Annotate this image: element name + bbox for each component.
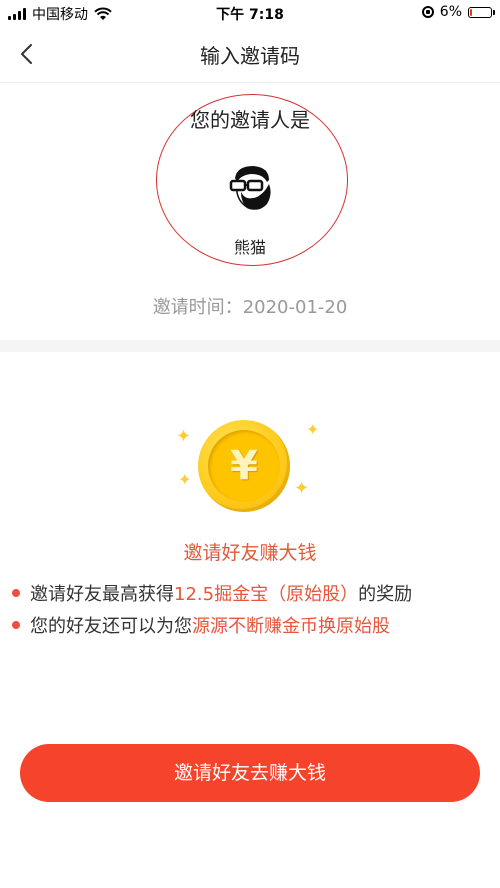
bullet-dot — [12, 621, 20, 629]
coin-illustration: ✦ ✦ ✦ ✦ ¥ — [170, 416, 330, 516]
benefit-highlight: 12.5掘金宝（原始股） — [174, 584, 359, 605]
status-bar: 中国移动 下午 7:18 6% — [0, 0, 500, 26]
page-title: 输入邀请码 — [200, 44, 300, 68]
benefit-text: 的奖励 — [358, 584, 413, 605]
invite-time-value: 2020-01-20 — [242, 297, 348, 318]
section-divider — [0, 340, 500, 352]
battery-icon — [468, 6, 495, 18]
sparkle-icon: ✦ — [294, 478, 310, 499]
bullet-dot — [12, 589, 20, 597]
benefit-list: 邀请好友最高获得 12.5掘金宝（原始股） 的奖励 您的好友还可以为您 源源不断赚金币… — [12, 578, 492, 642]
battery-percent: 6% — [439, 4, 462, 20]
nav-bar: 输入邀请码 — [0, 26, 500, 83]
status-right: 6% — [421, 4, 495, 20]
sparkle-icon: ✦ — [178, 470, 192, 489]
inviter-name: 熊猫 — [233, 238, 266, 257]
benefit-text: 邀请好友最高获得 — [30, 584, 174, 605]
invite-time: 邀请时间：2020-01-20 — [0, 293, 500, 319]
benefit-highlight: 源源不断赚金币换原始股 — [192, 616, 390, 637]
battery-level — [470, 8, 472, 16]
avatar[interactable] — [223, 162, 277, 214]
sparkle-icon: ✦ — [306, 420, 320, 439]
promo-title: 邀请好友赚大钱 — [183, 542, 317, 564]
yen-symbol: ¥ — [208, 430, 280, 502]
invite-time-label: 邀请时间： — [152, 297, 243, 318]
coin-icon: ¥ — [198, 420, 290, 512]
benefit-text: 您的好友还可以为您 — [30, 616, 192, 637]
invite-friends-button[interactable]: 邀请好友去赚大钱 — [20, 744, 480, 802]
list-item: 邀请好友最高获得 12.5掘金宝（原始股） 的奖励 — [12, 578, 492, 608]
list-item: 您的好友还可以为您 源源不断赚金币换原始股 — [12, 610, 492, 640]
sparkle-icon: ✦ — [176, 426, 192, 447]
orientation-lock-icon — [421, 6, 434, 18]
inviter-heading: 您的邀请人是 — [190, 108, 310, 132]
